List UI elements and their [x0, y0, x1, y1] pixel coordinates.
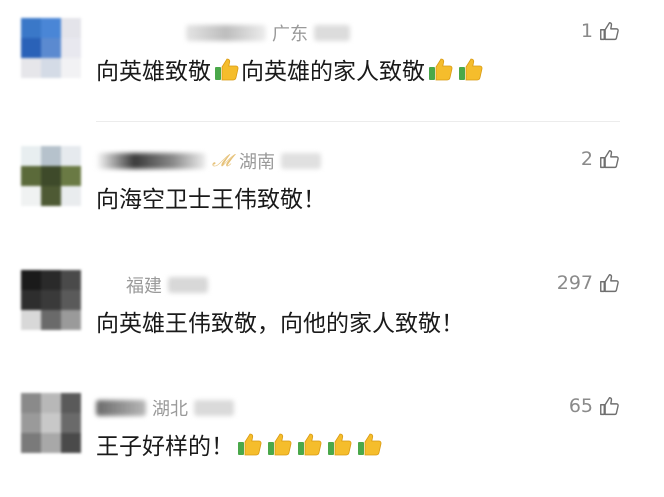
avatar-pixel: [41, 310, 61, 330]
avatar-pixel: [61, 393, 81, 413]
username[interactable]: [96, 153, 206, 169]
avatar-pixel: [61, 310, 81, 330]
comment-text: 王子好样的！: [96, 427, 384, 461]
avatar-pixel: [21, 146, 41, 166]
avatar-pixel: [61, 290, 81, 310]
avatar-pixel: [21, 290, 41, 310]
avatar-pixel: [41, 166, 61, 186]
avatar-pixel: [61, 413, 81, 433]
comment-item: 𝓜 湖南 2 向海空卫士王伟致敬！: [0, 128, 664, 250]
avatar-pixel: [61, 38, 81, 58]
avatar-pixel: [41, 393, 61, 413]
avatar-pixel: [21, 166, 41, 186]
avatar[interactable]: [21, 146, 81, 206]
avatar-pixel: [21, 413, 41, 433]
avatar-pixel: [21, 58, 41, 78]
avatar-pixel: [41, 146, 61, 166]
like-button[interactable]: 65: [569, 395, 620, 417]
avatar-pixel: [61, 18, 81, 38]
comment-item: 湖北 65 王子好样的！: [0, 375, 664, 497]
like-count: 65: [568, 395, 593, 417]
comment-text: 向英雄王伟致敬，向他的家人致敬！: [96, 304, 464, 338]
ip-blur: [314, 25, 350, 41]
comment-text-part: 向海空卫士王伟致敬！: [96, 187, 326, 213]
comment-item: 福建 297 向英雄王伟致敬，向他的家人致敬！: [0, 252, 664, 374]
thumbs-up-emoji-icon: [429, 58, 453, 81]
avatar-pixel: [41, 290, 61, 310]
comment-text-part: 王子好样的！: [96, 434, 234, 460]
region-label: 福建: [126, 276, 162, 297]
comment-meta: 𝓜 湖南: [96, 148, 322, 174]
thumbs-up-emoji-icon: [298, 433, 322, 456]
thumbs-up-emoji-icon: [268, 433, 292, 456]
thumbs-up-emoji-icon: [215, 58, 239, 81]
thumbs-up-emoji-icon: [238, 433, 262, 456]
like-count: 2: [580, 148, 593, 170]
thumbs-up-icon: [600, 396, 619, 415]
avatar-pixel: [61, 58, 81, 78]
comment-text-part: 向英雄王伟致敬，向他的家人致敬！: [96, 311, 464, 337]
comment-meta: 湖北: [96, 395, 234, 421]
avatar-pixel: [41, 413, 61, 433]
avatar-pixel: [21, 433, 41, 453]
thumbs-up-emoji-icon: [459, 58, 483, 81]
avatar-pixel: [61, 186, 81, 206]
avatar-pixel: [21, 18, 41, 38]
divider: [96, 121, 620, 122]
like-count: 297: [556, 272, 593, 294]
avatar[interactable]: [21, 270, 81, 330]
avatar-pixel: [41, 18, 61, 38]
avatar-pixel: [41, 38, 61, 58]
region-label: 湖南: [239, 152, 276, 173]
avatar-pixel: [41, 58, 61, 78]
comment-text: 向海空卫士王伟致敬！: [96, 180, 326, 214]
like-button[interactable]: 2: [581, 148, 620, 170]
comment-item: 广东 1 向英雄致敬 向英雄的家人致敬: [0, 0, 664, 122]
comment-meta: 广东: [96, 20, 350, 46]
thumbs-up-emoji-icon: [358, 433, 382, 456]
avatar-pixel: [41, 270, 61, 290]
avatar-pixel: [21, 270, 41, 290]
avatar[interactable]: [21, 18, 81, 78]
like-count: 1: [580, 20, 593, 42]
avatar-pixel: [21, 38, 41, 58]
comment-text-part: 向英雄致敬: [96, 59, 211, 85]
comment-text-part: 向英雄的家人致敬: [241, 59, 425, 85]
avatar-pixel: [41, 186, 61, 206]
comment-meta: 福建: [96, 272, 208, 298]
thumbs-up-emoji-icon: [328, 433, 352, 456]
avatar-pixel: [41, 433, 61, 453]
username[interactable]: [96, 400, 146, 416]
avatar-pixel: [21, 393, 41, 413]
thumbs-up-icon: [600, 149, 619, 168]
ip-blur: [281, 153, 322, 169]
avatar-pixel: [21, 310, 41, 330]
avatar[interactable]: [21, 393, 81, 453]
ip-blur: [194, 400, 234, 416]
vip-badge-icon: 𝓜: [212, 151, 232, 171]
thumbs-up-icon: [600, 273, 619, 292]
avatar-pixel: [61, 166, 81, 186]
comment-text: 向英雄致敬 向英雄的家人致敬: [96, 52, 485, 86]
like-button[interactable]: 297: [557, 272, 620, 294]
avatar-pixel: [61, 433, 81, 453]
avatar-pixel: [21, 186, 41, 206]
thumbs-up-icon: [600, 21, 619, 40]
like-button[interactable]: 1: [581, 20, 620, 42]
region-label: 广东: [272, 24, 308, 45]
username[interactable]: [186, 25, 266, 41]
avatar-pixel: [61, 146, 81, 166]
region-label: 湖北: [152, 399, 188, 420]
avatar-pixel: [61, 270, 81, 290]
username[interactable]: [168, 277, 208, 293]
